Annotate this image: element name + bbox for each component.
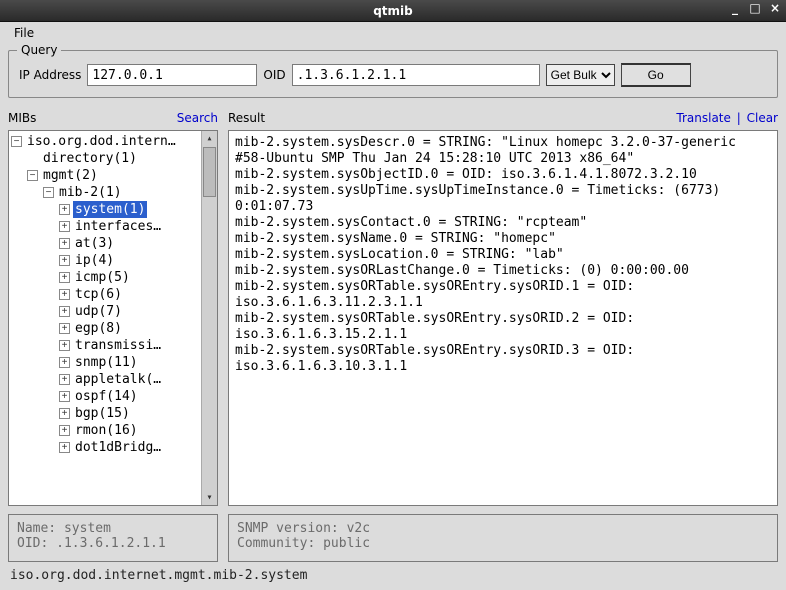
tree-item: +interfaces…: [9, 218, 217, 235]
maximize-icon[interactable]: □: [748, 2, 762, 16]
expand-icon[interactable]: +: [59, 272, 70, 283]
expand-icon[interactable]: +: [59, 442, 70, 453]
result-heading: Result: [228, 111, 265, 125]
collapse-icon[interactable]: −: [27, 170, 38, 181]
tree-item: +bgp(15): [9, 405, 217, 422]
expand-icon[interactable]: +: [59, 374, 70, 385]
expand-icon[interactable]: +: [59, 408, 70, 419]
tree-item: +ospf(14): [9, 388, 217, 405]
tree-item: −mib-2(1): [9, 184, 217, 201]
tree-item: +icmp(5): [9, 269, 217, 286]
tree-item: +egp(8): [9, 320, 217, 337]
tree-item: +transmissi…: [9, 337, 217, 354]
expand-icon[interactable]: +: [59, 425, 70, 436]
tree-scrollbar[interactable]: ▴ ▾: [201, 131, 217, 505]
tree-root: −iso.org.dod.intern…: [9, 133, 217, 150]
oid-label: OID: [263, 68, 285, 82]
tree-item: +dot1dBridg…: [9, 439, 217, 456]
tree-item: +appletalk(…: [9, 371, 217, 388]
tree-item: +rmon(16): [9, 422, 217, 439]
info-right: SNMP version: v2c Community: public: [228, 514, 778, 562]
expand-icon[interactable]: +: [59, 238, 70, 249]
expand-icon[interactable]: +: [59, 221, 70, 232]
clear-link[interactable]: Clear: [747, 111, 778, 125]
query-legend: Query: [17, 43, 61, 57]
info-left: Name: system OID: .1.3.6.1.2.1.1: [8, 514, 218, 562]
translate-link[interactable]: Translate: [676, 111, 731, 125]
window-titlebar: qtmib _ □ ×: [0, 0, 786, 22]
result-text: mib-2.system.sysDescr.0 = STRING: "Linux…: [229, 131, 777, 379]
expand-icon[interactable]: +: [59, 391, 70, 402]
minimize-icon[interactable]: _: [728, 2, 742, 16]
mibs-heading: MIBs: [8, 111, 36, 125]
close-icon[interactable]: ×: [768, 2, 782, 16]
menu-file[interactable]: File: [8, 24, 40, 42]
tree-item: +snmp(11): [9, 354, 217, 371]
collapse-icon[interactable]: −: [43, 187, 54, 198]
tree-item: +tcp(6): [9, 286, 217, 303]
statusbar: iso.org.dod.internet.mgmt.mib-2.system: [8, 568, 778, 586]
go-button[interactable]: Go: [621, 63, 691, 87]
expand-icon[interactable]: +: [59, 357, 70, 368]
scroll-down-icon[interactable]: ▾: [202, 490, 217, 505]
collapse-icon[interactable]: −: [11, 136, 22, 147]
tree-item: +ip(4): [9, 252, 217, 269]
tree-item: +udp(7): [9, 303, 217, 320]
expand-icon[interactable]: +: [59, 306, 70, 317]
mib-tree[interactable]: −iso.org.dod.intern… directory(1) −mgmt(…: [8, 130, 218, 506]
query-group: Query IP Address OID Get Bulk Go: [8, 50, 778, 98]
search-link[interactable]: Search: [177, 111, 218, 125]
expand-icon[interactable]: +: [59, 323, 70, 334]
scroll-thumb[interactable]: [203, 147, 216, 197]
menubar: File: [8, 22, 778, 44]
oid-input[interactable]: [292, 64, 540, 86]
tree-item: −mgmt(2): [9, 167, 217, 184]
tree-item: +at(3): [9, 235, 217, 252]
action-select[interactable]: Get Bulk: [546, 64, 615, 86]
ip-input[interactable]: [87, 64, 257, 86]
expand-icon[interactable]: +: [59, 340, 70, 351]
result-box[interactable]: mib-2.system.sysDescr.0 = STRING: "Linux…: [228, 130, 778, 506]
scroll-up-icon[interactable]: ▴: [202, 131, 217, 146]
tree-item-selected: +system(1): [9, 201, 217, 218]
tree-item: directory(1): [9, 150, 217, 167]
expand-icon[interactable]: +: [59, 255, 70, 266]
window-title: qtmib: [373, 4, 413, 18]
ip-label: IP Address: [19, 68, 81, 82]
expand-icon[interactable]: +: [59, 289, 70, 300]
expand-icon[interactable]: +: [59, 204, 70, 215]
